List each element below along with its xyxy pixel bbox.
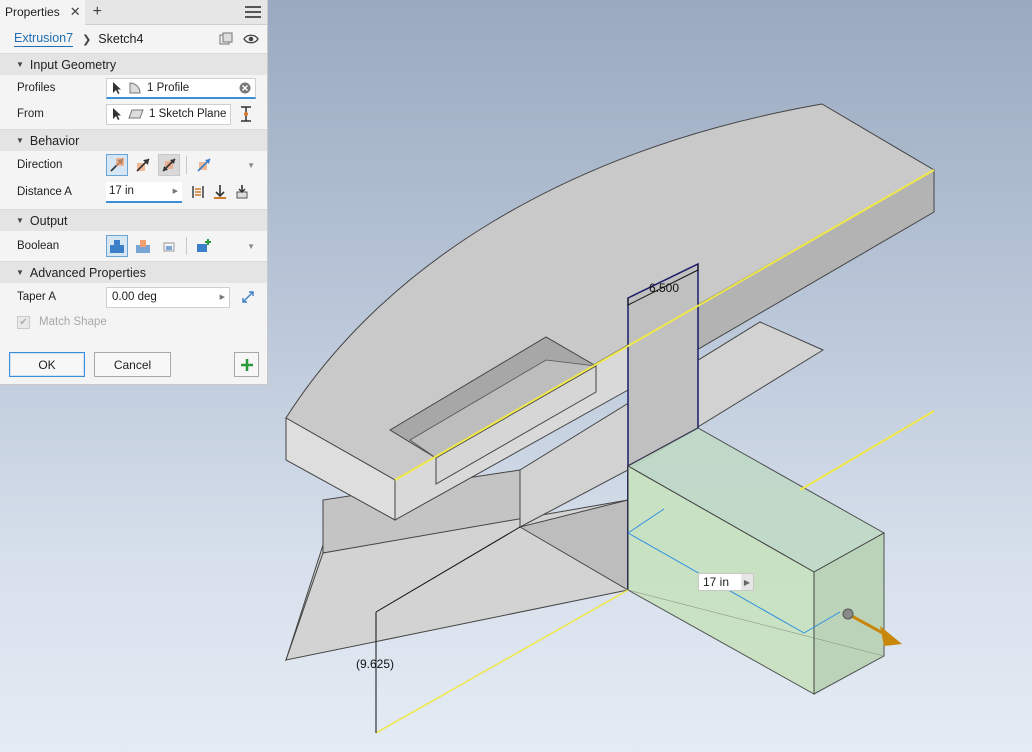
collapse-triangle-icon: ▼ (16, 136, 24, 145)
cancel-button[interactable]: Cancel (94, 352, 171, 377)
menu-icon[interactable] (245, 6, 261, 18)
cursor-arrow-icon (113, 81, 121, 94)
distance-a-input[interactable]: 17 in ▶ (106, 181, 182, 203)
cursor-arrow-icon (113, 108, 121, 120)
boolean-label: Boolean (17, 240, 60, 252)
match-shape-checkbox[interactable]: ✔ (17, 315, 30, 329)
tab-properties[interactable]: Properties ✕ (0, 0, 85, 25)
drag-handle[interactable] (842, 608, 854, 620)
section-title: Input Geometry (29, 57, 117, 72)
copy-icon[interactable] (219, 32, 233, 46)
section-behavior[interactable]: ▼ Behavior (0, 129, 267, 151)
direction-symmetric-icon (162, 158, 176, 172)
taper-a-row: Taper A 0.00 deg ▶ (0, 283, 267, 311)
separator (186, 237, 187, 255)
breadcrumb-current: Sketch4 (98, 32, 144, 46)
section-advanced-properties[interactable]: ▼ Advanced Properties (0, 261, 267, 283)
sketch-plane-icon (128, 109, 144, 119)
distance-a-value: 17 in (109, 185, 134, 197)
tab-title: Properties (5, 5, 60, 19)
direction-dropdown-icon[interactable]: ▼ (247, 161, 255, 170)
separator (186, 156, 187, 174)
flip-taper-icon[interactable] (240, 289, 256, 305)
distance-extent-icon[interactable] (190, 184, 206, 200)
chevron-right-icon: ❯ (82, 33, 92, 46)
section-input-geometry[interactable]: ▼ Input Geometry (0, 53, 267, 75)
section-title: Output (29, 213, 68, 228)
from-row: From 1 Sketch Plane (0, 101, 267, 127)
boolean-join-button[interactable] (106, 235, 128, 257)
direction-asymmetric-icon (197, 158, 211, 172)
direction-asymmetric-button[interactable] (193, 154, 215, 176)
direction-row: Direction ▼ (0, 151, 267, 179)
distance-canvas-input[interactable]: 17 in ▶ (698, 573, 754, 591)
profiles-value: 1 Profile (147, 81, 190, 94)
direction-default-button[interactable] (106, 154, 128, 176)
boolean-intersect-button[interactable] (158, 235, 180, 257)
direction-label: Direction (17, 159, 63, 171)
clear-icon[interactable] (239, 82, 251, 94)
width-dimension[interactable]: 6.500 (649, 281, 679, 295)
direction-flipped-button[interactable] (132, 154, 154, 176)
section-title: Behavior (29, 133, 80, 148)
match-shape-label: Match Shape (39, 316, 107, 328)
breadcrumb: Extrusion7 ❯ Sketch4 (0, 25, 267, 53)
match-shape-row: ✔ Match Shape (0, 311, 267, 333)
distance-a-row: Distance A 17 in ▶ (0, 179, 267, 205)
profiles-row: Profiles 1 Profile (0, 75, 267, 101)
direction-default-icon (110, 158, 124, 172)
cut-icon (136, 240, 150, 253)
direction-flipped-icon (136, 158, 150, 172)
eye-icon[interactable] (243, 33, 259, 45)
from-label: From (17, 108, 44, 120)
profiles-selector[interactable]: 1 Profile (106, 77, 256, 99)
section-output[interactable]: ▼ Output (0, 209, 267, 231)
expand-arrow-icon[interactable]: ▶ (220, 293, 225, 301)
taper-a-value: 0.00 deg (112, 291, 157, 303)
taper-a-label: Taper A (17, 291, 56, 303)
dialog-buttons: OK Cancel (9, 352, 259, 377)
panel-tabbar: Properties ✕ + (0, 0, 267, 25)
section-title: Advanced Properties (29, 265, 146, 280)
extent-icon[interactable] (239, 105, 253, 123)
to-face-icon[interactable] (234, 184, 250, 200)
add-tab-icon[interactable]: + (93, 3, 102, 21)
properties-panel: Properties ✕ + Extrusion7 ❯ Sketch4 ▼ In… (0, 0, 268, 385)
ok-button[interactable]: OK (9, 352, 85, 377)
from-selector[interactable]: 1 Sketch Plane (106, 103, 231, 125)
from-value: 1 Sketch Plane (149, 108, 227, 120)
profiles-label: Profiles (17, 82, 56, 94)
plus-icon (240, 358, 253, 371)
depth-dimension[interactable]: (9.625) (356, 657, 394, 671)
apply-add-button[interactable] (234, 352, 259, 377)
collapse-triangle-icon: ▼ (16, 216, 24, 225)
collapse-triangle-icon: ▼ (16, 268, 24, 277)
join-icon (110, 240, 124, 253)
new-solid-button[interactable] (193, 235, 215, 257)
distance-a-label: Distance A (17, 186, 72, 198)
boolean-dropdown-icon[interactable]: ▼ (247, 242, 255, 251)
expand-arrow-icon[interactable]: ▶ (173, 187, 178, 195)
close-icon[interactable]: ✕ (70, 4, 81, 20)
to-next-icon[interactable] (212, 184, 228, 200)
intersect-icon (163, 242, 175, 252)
boolean-row: Boolean ▼ (0, 231, 267, 261)
direction-symmetric-button[interactable] (158, 154, 180, 176)
distance-canvas-value: 17 in (703, 575, 730, 589)
taper-a-input[interactable]: 0.00 deg ▶ (106, 286, 230, 308)
breadcrumb-parent-link[interactable]: Extrusion7 (14, 31, 74, 47)
new-solid-icon (197, 239, 211, 252)
expand-arrow-icon[interactable]: ▶ (741, 574, 753, 590)
collapse-triangle-icon: ▼ (16, 60, 24, 69)
profile-icon (129, 81, 141, 93)
boolean-cut-button[interactable] (132, 235, 154, 257)
